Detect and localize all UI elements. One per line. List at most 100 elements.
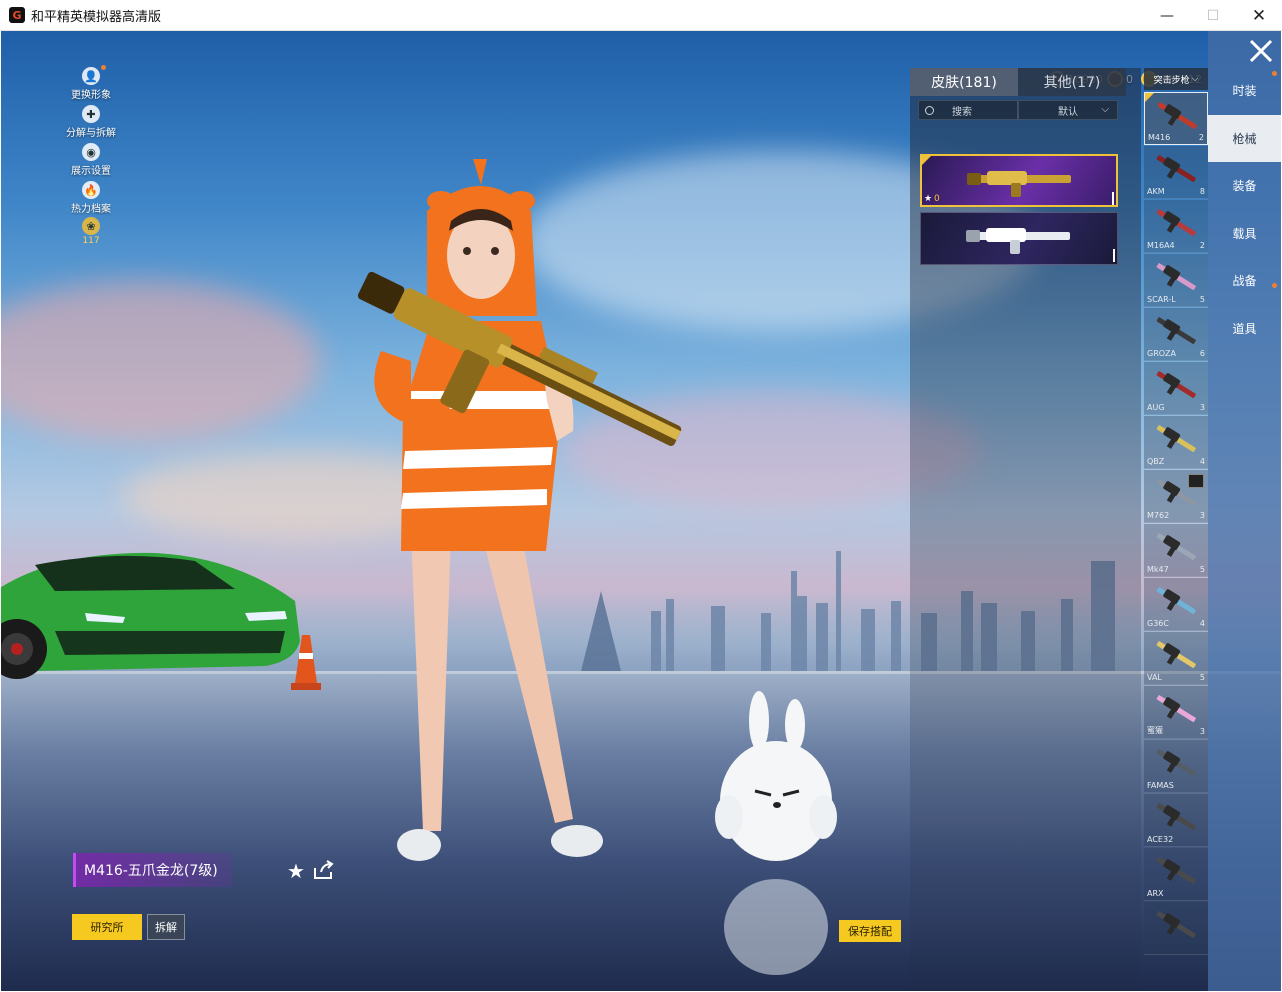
weapon-item[interactable]: VAL 5	[1144, 632, 1208, 685]
rifle-icon	[1156, 695, 1196, 722]
tab-others[interactable]: 其他(17)	[1018, 68, 1126, 96]
save-outfit-button[interactable]: 保存搭配	[839, 920, 901, 942]
research-button[interactable]: 研究所	[72, 914, 142, 940]
eye-icon: ◉	[82, 143, 100, 161]
weapon-skin-count: 4	[1199, 457, 1205, 466]
scroll-tick	[1112, 192, 1114, 205]
close-icon[interactable]	[1248, 38, 1274, 64]
favorite-star-icon: ★	[924, 194, 933, 204]
weapon-item[interactable]: G36C 4	[1144, 578, 1208, 631]
weapon-item[interactable]: AKM 8	[1144, 146, 1208, 199]
skin-search-button[interactable]: 搜索	[918, 100, 1018, 120]
scroll-tick	[1113, 249, 1115, 262]
weapon-name: GROZA	[1147, 349, 1177, 358]
rifle-icon	[1156, 209, 1196, 236]
heat-archive-button[interactable]: 🔥 热力档案	[61, 181, 121, 215]
decompose-button[interactable]: ✚ 分解与拆解	[61, 105, 121, 139]
weapon-category-label: 突击步枪	[1153, 75, 1190, 86]
change-appearance-button[interactable]: 👤 更换形象	[61, 65, 121, 101]
window-title: 和平精英模拟器高清版	[31, 9, 162, 25]
weapon-name: ARX	[1147, 889, 1164, 898]
minimize-button[interactable]: —	[1144, 0, 1190, 31]
maximize-button[interactable]: ☐	[1190, 0, 1236, 31]
weapon-item[interactable]: M16A4 2	[1144, 200, 1208, 253]
chevron-down-icon: ⌵	[1101, 104, 1109, 115]
weapon-name: M762	[1147, 511, 1170, 520]
rifle-icon	[1156, 155, 1196, 182]
skin-badge-count: 0	[934, 194, 940, 204]
traffic-cone-image	[291, 635, 321, 690]
category-label: 战备	[1232, 274, 1257, 288]
sports-car-image	[1, 552, 300, 679]
dismantle-button[interactable]: 拆解	[147, 914, 185, 940]
skin-card-selected[interactable]: ★ 0	[920, 154, 1118, 207]
laurel-icon: ❀	[82, 217, 100, 235]
weapon-name: M16A4	[1147, 241, 1175, 250]
weapon-name: M416	[1148, 133, 1171, 142]
puzzle-icon: ✚	[82, 105, 100, 123]
search-label: 搜索	[952, 106, 972, 118]
selected-corner-icon	[922, 156, 931, 165]
game-viewport: 👤 更换形象 ✚ 分解与拆解 ◉ 展示设置 🔥 热力档案 ❀ 117 10900…	[1, 31, 1281, 991]
category-label: 枪械	[1232, 132, 1257, 146]
weapon-skin-count: 3	[1199, 727, 1205, 736]
rifle-icon	[1156, 857, 1196, 884]
notification-dot	[1272, 283, 1277, 288]
rifle-icon	[1156, 317, 1196, 344]
rifle-icon	[1156, 371, 1196, 398]
background-cloud	[1, 281, 321, 441]
white-rifle-icon	[966, 228, 1070, 254]
selected-corner-icon	[1145, 93, 1154, 102]
weapon-name: G36C	[1147, 619, 1169, 628]
weapon-item[interactable]: 蜜獾 3	[1144, 686, 1208, 739]
rifle-icon	[1156, 263, 1196, 290]
weapon-item[interactable]: Mk47 5	[1144, 524, 1208, 577]
weapon-item[interactable]: M416 2	[1144, 92, 1208, 145]
search-icon	[925, 105, 934, 115]
change-appearance-label: 更换形象	[71, 90, 111, 101]
weapon-name: FAMAS	[1147, 781, 1174, 790]
category-equipment[interactable]: 装备	[1208, 162, 1281, 209]
weapon-item[interactable]: AUG 3	[1144, 362, 1208, 415]
character-model	[357, 159, 682, 861]
category-vehicles[interactable]: 载具	[1208, 210, 1281, 257]
weapon-name: AKM	[1147, 187, 1165, 196]
sort-dropdown[interactable]: 默认 ⌵	[1018, 100, 1118, 120]
display-settings-label: 展示设置	[71, 166, 111, 177]
weapon-item[interactable]: SCAR-L 5	[1144, 254, 1208, 307]
weapon-category-dropdown[interactable]: 突击步枪 ⌵	[1144, 68, 1208, 90]
selected-skin-name: M416-五爪金龙(7级)	[73, 853, 232, 887]
category-label: 载具	[1232, 227, 1257, 241]
level-badge[interactable]: ❀ 117	[61, 217, 121, 246]
weapon-item[interactable]: ACE32	[1144, 794, 1208, 847]
share-icon[interactable]	[313, 860, 335, 880]
tab-skins[interactable]: 皮肤(181)	[910, 68, 1018, 96]
weapon-item[interactable]: M762 3	[1144, 470, 1208, 523]
close-window-button[interactable]: ✕	[1236, 0, 1282, 31]
weapon-item[interactable]: GROZA 6	[1144, 308, 1208, 361]
weapon-item[interactable]: ARX	[1144, 848, 1208, 901]
weapon-skin-count: 4	[1199, 619, 1205, 628]
weapon-skin-count: 5	[1199, 295, 1205, 304]
weapon-name: VAL	[1147, 673, 1162, 682]
category-weapons[interactable]: 枪械	[1208, 115, 1281, 162]
favorite-star-icon[interactable]: ★	[287, 859, 305, 883]
category-battle-prep[interactable]: 战备	[1208, 257, 1281, 304]
display-settings-button[interactable]: ◉ 展示设置	[61, 143, 121, 177]
weapon-item[interactable]: FAMAS	[1144, 740, 1208, 793]
skin-thumbnail-icon	[1188, 474, 1204, 488]
rifle-icon	[1156, 803, 1196, 830]
rifle-icon	[1156, 587, 1196, 614]
weapon-item[interactable]: QBZ 4	[1144, 416, 1208, 469]
weapon-item[interactable]	[1144, 902, 1208, 955]
category-props[interactable]: 道具	[1208, 305, 1281, 352]
rifle-icon	[1156, 641, 1196, 668]
rifle-icon	[1156, 425, 1196, 452]
weapon-name: QBZ	[1147, 457, 1165, 466]
category-fashion[interactable]: 时装	[1208, 67, 1281, 114]
notification-dot	[1272, 71, 1277, 76]
rifle-icon	[1156, 533, 1196, 560]
app-icon: G	[9, 7, 25, 23]
skin-card-white[interactable]	[920, 212, 1118, 265]
skin-tabs: 皮肤(181) 其他(17)	[910, 68, 1141, 96]
